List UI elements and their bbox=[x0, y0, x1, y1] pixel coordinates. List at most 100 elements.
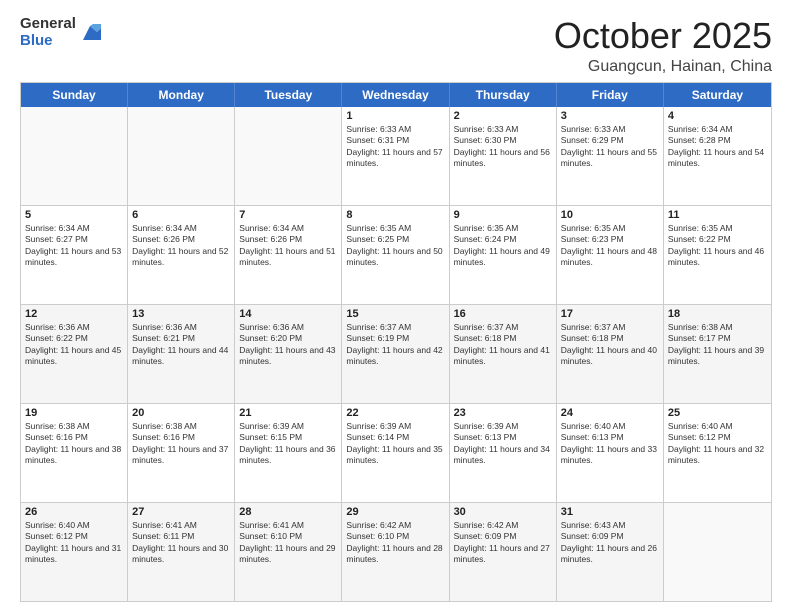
logo-blue-text: Blue bbox=[20, 33, 76, 50]
cell-info: Sunrise: 6:38 AMSunset: 6:16 PMDaylight:… bbox=[132, 421, 230, 467]
cell-info: Sunrise: 6:37 AMSunset: 6:18 PMDaylight:… bbox=[454, 322, 552, 368]
day-number: 19 bbox=[25, 407, 123, 419]
calendar-body: 1 Sunrise: 6:33 AMSunset: 6:31 PMDaylight… bbox=[21, 107, 771, 601]
calendar-week-1: 1 Sunrise: 6:33 AMSunset: 6:31 PMDaylight… bbox=[21, 107, 771, 205]
cal-cell-26: 26 Sunrise: 6:40 AMSunset: 6:12 PMDayligh… bbox=[21, 503, 128, 601]
cell-info: Sunrise: 6:41 AMSunset: 6:11 PMDaylight:… bbox=[132, 520, 230, 566]
cal-cell-11: 11Sunrise: 6:35 AMSunset: 6:22 PMDayligh… bbox=[664, 206, 771, 304]
calendar: SundayMondayTuesdayWednesdayThursdayFrid… bbox=[20, 82, 772, 602]
day-header-sunday: Sunday bbox=[21, 83, 128, 107]
cal-cell-25: 25 Sunrise: 6:40 AMSunset: 6:12 PMDayligh… bbox=[664, 404, 771, 502]
cal-cell-2: 2 Sunrise: 6:33 AMSunset: 6:30 PMDaylight… bbox=[450, 107, 557, 205]
logo-general-text: General bbox=[20, 16, 76, 33]
calendar-week-4: 19 Sunrise: 6:38 AMSunset: 6:16 PMDayligh… bbox=[21, 403, 771, 502]
cal-cell-12: 12 Sunrise: 6:36 AMSunset: 6:22 PMDayligh… bbox=[21, 305, 128, 403]
cell-info: Sunrise: 6:35 AMSunset: 6:22 PMDaylight:… bbox=[668, 223, 767, 269]
cell-info: Sunrise: 6:33 AMSunset: 6:29 PMDaylight:… bbox=[561, 124, 659, 170]
cell-info: Sunrise: 6:39 AMSunset: 6:14 PMDaylight:… bbox=[346, 421, 444, 467]
day-number: 31 bbox=[561, 506, 659, 518]
day-number: 16 bbox=[454, 308, 552, 320]
cell-info: Sunrise: 6:37 AMSunset: 6:18 PMDaylight:… bbox=[561, 322, 659, 368]
cell-info: Sunrise: 6:35 AMSunset: 6:25 PMDaylight:… bbox=[346, 223, 444, 269]
cell-info: Sunrise: 6:42 AMSunset: 6:09 PMDaylight:… bbox=[454, 520, 552, 566]
day-number: 9 bbox=[454, 209, 552, 221]
cal-cell-18: 18Sunrise: 6:38 AMSunset: 6:17 PMDayligh… bbox=[664, 305, 771, 403]
cal-cell-31: 31 Sunrise: 6:43 AMSunset: 6:09 PMDayligh… bbox=[557, 503, 664, 601]
cal-cell-4: 4 Sunrise: 6:34 AMSunset: 6:28 PMDaylight… bbox=[664, 107, 771, 205]
cal-cell-16: 16 Sunrise: 6:37 AMSunset: 6:18 PMDayligh… bbox=[450, 305, 557, 403]
day-number: 5 bbox=[25, 209, 123, 221]
cell-info: Sunrise: 6:34 AMSunset: 6:26 PMDaylight:… bbox=[132, 223, 230, 269]
cell-info: Sunrise: 6:34 AMSunset: 6:26 PMDaylight:… bbox=[239, 223, 337, 269]
day-number: 10 bbox=[561, 209, 659, 221]
cell-info: Sunrise: 6:41 AMSunset: 6:10 PMDaylight:… bbox=[239, 520, 337, 566]
calendar-week-2: 5 Sunrise: 6:34 AMSunset: 6:27 PMDaylight… bbox=[21, 205, 771, 304]
page: General Blue October 2025 Guangcun, Hain… bbox=[0, 0, 792, 612]
cal-cell-7: 7 Sunrise: 6:34 AMSunset: 6:26 PMDaylight… bbox=[235, 206, 342, 304]
cal-cell-23: 23Sunrise: 6:39 AMSunset: 6:13 PMDayligh… bbox=[450, 404, 557, 502]
cell-info: Sunrise: 6:37 AMSunset: 6:19 PMDaylight:… bbox=[346, 322, 444, 368]
cal-cell-6: 6 Sunrise: 6:34 AMSunset: 6:26 PMDaylight… bbox=[128, 206, 235, 304]
cell-info: Sunrise: 6:34 AMSunset: 6:27 PMDaylight:… bbox=[25, 223, 123, 269]
day-header-saturday: Saturday bbox=[664, 83, 771, 107]
cal-cell-13: 13 Sunrise: 6:36 AMSunset: 6:21 PMDayligh… bbox=[128, 305, 235, 403]
day-number: 27 bbox=[132, 506, 230, 518]
cal-cell-5: 5 Sunrise: 6:34 AMSunset: 6:27 PMDaylight… bbox=[21, 206, 128, 304]
day-number: 8 bbox=[346, 209, 444, 221]
day-number: 30 bbox=[454, 506, 552, 518]
day-number: 28 bbox=[239, 506, 337, 518]
cal-cell-empty bbox=[664, 503, 771, 601]
cal-cell-8: 8 Sunrise: 6:35 AMSunset: 6:25 PMDaylight… bbox=[342, 206, 449, 304]
day-number: 4 bbox=[668, 110, 767, 122]
cal-cell-empty bbox=[128, 107, 235, 205]
day-number: 2 bbox=[454, 110, 552, 122]
cal-cell-17: 17 Sunrise: 6:37 AMSunset: 6:18 PMDayligh… bbox=[557, 305, 664, 403]
cal-cell-29: 29Sunrise: 6:42 AMSunset: 6:10 PMDayligh… bbox=[342, 503, 449, 601]
cal-cell-empty bbox=[21, 107, 128, 205]
cal-cell-24: 24Sunrise: 6:40 AMSunset: 6:13 PMDayligh… bbox=[557, 404, 664, 502]
day-header-wednesday: Wednesday bbox=[342, 83, 449, 107]
cal-cell-27: 27 Sunrise: 6:41 AMSunset: 6:11 PMDayligh… bbox=[128, 503, 235, 601]
cal-cell-22: 22Sunrise: 6:39 AMSunset: 6:14 PMDayligh… bbox=[342, 404, 449, 502]
day-number: 25 bbox=[668, 407, 767, 419]
cal-cell-14: 14 Sunrise: 6:36 AMSunset: 6:20 PMDayligh… bbox=[235, 305, 342, 403]
title-block: October 2025 Guangcun, Hainan, China bbox=[554, 16, 772, 76]
day-number: 24 bbox=[561, 407, 659, 419]
day-number: 1 bbox=[346, 110, 444, 122]
cal-cell-15: 15Sunrise: 6:37 AMSunset: 6:19 PMDayligh… bbox=[342, 305, 449, 403]
cal-cell-empty bbox=[235, 107, 342, 205]
cell-info: Sunrise: 6:35 AMSunset: 6:23 PMDaylight:… bbox=[561, 223, 659, 269]
cell-info: Sunrise: 6:36 AMSunset: 6:20 PMDaylight:… bbox=[239, 322, 337, 368]
cal-cell-20: 20Sunrise: 6:38 AMSunset: 6:16 PMDayligh… bbox=[128, 404, 235, 502]
calendar-week-5: 26 Sunrise: 6:40 AMSunset: 6:12 PMDayligh… bbox=[21, 502, 771, 601]
day-number: 13 bbox=[132, 308, 230, 320]
day-number: 29 bbox=[346, 506, 444, 518]
cell-info: Sunrise: 6:34 AMSunset: 6:28 PMDaylight:… bbox=[668, 124, 767, 170]
cell-info: Sunrise: 6:36 AMSunset: 6:21 PMDaylight:… bbox=[132, 322, 230, 368]
day-number: 12 bbox=[25, 308, 123, 320]
cal-cell-9: 9 Sunrise: 6:35 AMSunset: 6:24 PMDaylight… bbox=[450, 206, 557, 304]
cell-info: Sunrise: 6:36 AMSunset: 6:22 PMDaylight:… bbox=[25, 322, 123, 368]
day-number: 21 bbox=[239, 407, 337, 419]
cell-info: Sunrise: 6:38 AMSunset: 6:16 PMDaylight:… bbox=[25, 421, 123, 467]
day-number: 6 bbox=[132, 209, 230, 221]
day-header-tuesday: Tuesday bbox=[235, 83, 342, 107]
logo: General Blue bbox=[20, 16, 101, 49]
day-number: 26 bbox=[25, 506, 123, 518]
cell-info: Sunrise: 6:40 AMSunset: 6:12 PMDaylight:… bbox=[668, 421, 767, 467]
day-number: 7 bbox=[239, 209, 337, 221]
cell-info: Sunrise: 6:33 AMSunset: 6:30 PMDaylight:… bbox=[454, 124, 552, 170]
cell-info: Sunrise: 6:43 AMSunset: 6:09 PMDaylight:… bbox=[561, 520, 659, 566]
cell-info: Sunrise: 6:35 AMSunset: 6:24 PMDaylight:… bbox=[454, 223, 552, 269]
cell-info: Sunrise: 6:33 AMSunset: 6:31 PMDaylight:… bbox=[346, 124, 444, 170]
cal-cell-10: 10 Sunrise: 6:35 AMSunset: 6:23 PMDayligh… bbox=[557, 206, 664, 304]
day-number: 3 bbox=[561, 110, 659, 122]
cal-cell-30: 30 Sunrise: 6:42 AMSunset: 6:09 PMDayligh… bbox=[450, 503, 557, 601]
cell-info: Sunrise: 6:40 AMSunset: 6:12 PMDaylight:… bbox=[25, 520, 123, 566]
cal-cell-1: 1 Sunrise: 6:33 AMSunset: 6:31 PMDaylight… bbox=[342, 107, 449, 205]
day-number: 17 bbox=[561, 308, 659, 320]
day-number: 18 bbox=[668, 308, 767, 320]
header: General Blue October 2025 Guangcun, Hain… bbox=[20, 16, 772, 76]
cal-cell-3: 3 Sunrise: 6:33 AMSunset: 6:29 PMDaylight… bbox=[557, 107, 664, 205]
day-number: 14 bbox=[239, 308, 337, 320]
